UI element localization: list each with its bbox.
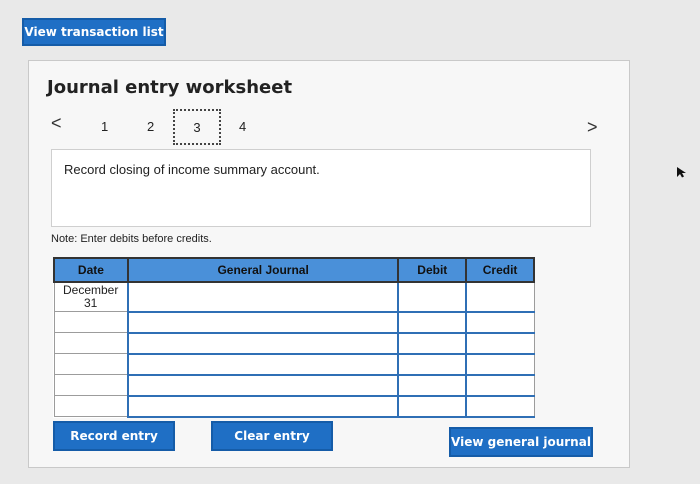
date-cell <box>53 311 129 333</box>
table-row <box>53 395 535 418</box>
debit-input[interactable] <box>397 332 467 355</box>
instruction-text: Record closing of income summary account… <box>64 162 320 177</box>
credit-input[interactable] <box>465 353 535 376</box>
journal-entry-table: Date General Journal Debit Credit Decemb… <box>53 257 535 418</box>
general-journal-input[interactable] <box>126 353 399 376</box>
debit-input[interactable] <box>397 281 467 313</box>
general-journal-input[interactable] <box>126 332 399 355</box>
credit-input[interactable] <box>465 374 535 397</box>
debit-input[interactable] <box>397 311 467 334</box>
worksheet-title: Journal entry worksheet <box>47 77 293 98</box>
credit-input[interactable] <box>465 332 535 355</box>
view-general-journal-button[interactable]: View general journal <box>449 427 593 457</box>
table-row <box>53 332 535 355</box>
date-cell: December 31 <box>53 281 129 312</box>
header-date: Date <box>53 257 129 283</box>
page-link-1[interactable]: 1 <box>101 119 108 134</box>
record-entry-button[interactable]: Record entry <box>53 421 175 451</box>
header-credit: Credit <box>465 257 535 283</box>
table-row: December 31 <box>53 281 535 313</box>
date-cell <box>53 332 129 354</box>
debit-input[interactable] <box>397 395 467 418</box>
instruction-box: Record closing of income summary account… <box>51 149 591 227</box>
credit-input[interactable] <box>465 395 535 418</box>
date-cell <box>53 353 129 375</box>
page-link-2[interactable]: 2 <box>147 119 154 134</box>
page-link-4[interactable]: 4 <box>239 119 246 134</box>
view-transaction-list-button[interactable]: View transaction list <box>22 18 166 46</box>
general-journal-input[interactable] <box>126 281 399 313</box>
chevron-right-icon[interactable]: > <box>587 117 598 138</box>
header-debit: Debit <box>397 257 468 283</box>
table-row <box>53 374 535 397</box>
date-cell <box>53 374 129 396</box>
debit-input[interactable] <box>397 353 467 376</box>
journal-entry-worksheet-panel: Journal entry worksheet < 1 2 3 4 > Reco… <box>28 60 630 468</box>
date-cell <box>53 395 129 417</box>
table-row <box>53 353 535 376</box>
general-journal-input[interactable] <box>126 374 399 397</box>
note-text: Note: Enter debits before credits. <box>51 233 212 245</box>
page-link-3-active[interactable]: 3 <box>173 109 221 145</box>
credit-input[interactable] <box>465 311 535 334</box>
table-row <box>53 311 535 334</box>
credit-input[interactable] <box>465 281 535 313</box>
header-general-journal: General Journal <box>126 257 400 283</box>
date-day: 31 <box>84 296 98 310</box>
mouse-cursor-icon <box>677 167 686 178</box>
general-journal-input[interactable] <box>126 311 399 334</box>
clear-entry-button[interactable]: Clear entry <box>211 421 333 451</box>
general-journal-input[interactable] <box>126 395 399 418</box>
chevron-left-icon[interactable]: < <box>51 113 62 134</box>
debit-input[interactable] <box>397 374 467 397</box>
